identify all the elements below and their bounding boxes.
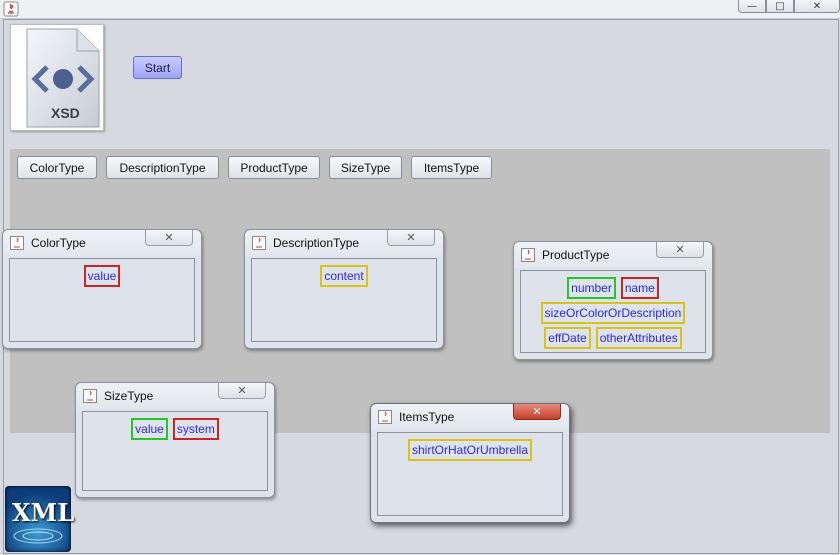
close-window-button[interactable]: ✕ <box>794 0 840 13</box>
close-icon[interactable]: ✕ <box>513 404 561 420</box>
frame-title: ItemsType <box>399 410 455 424</box>
frame-body: content <box>251 258 437 342</box>
descriptiontype-frame[interactable]: DescriptionType ✕ content <box>244 229 444 349</box>
frame-body: shirtOrHatOrUmbrella <box>377 432 563 516</box>
producttype-frame[interactable]: ProductType ✕ number name sizeOrColorOrD… <box>513 241 713 360</box>
colortype-frame[interactable]: ColorType ✕ value <box>2 229 202 349</box>
field-content[interactable]: content <box>320 265 368 287</box>
xml-logo: XML <box>5 486 75 552</box>
java-icon <box>10 236 24 250</box>
frame-title: ColorType <box>31 236 86 250</box>
sizetype-frame[interactable]: SizeType ✕ value system <box>75 382 275 498</box>
frame-title: SizeType <box>104 389 154 403</box>
itemstype-button[interactable]: ItemsType <box>411 156 492 179</box>
close-icon[interactable]: ✕ <box>656 242 704 258</box>
field-name[interactable]: name <box>620 277 659 299</box>
frame-titlebar[interactable]: ItemsType ✕ <box>371 404 569 430</box>
xsd-logo-text: XSD <box>51 105 80 121</box>
field-shirt-or-hat-or-umbrella[interactable]: shirtOrHatOrUmbrella <box>407 439 532 461</box>
minimize-button[interactable]: — <box>738 0 766 13</box>
field-system[interactable]: system <box>172 418 219 440</box>
xsd-logo: XSD <box>10 24 104 131</box>
field-other-attributes[interactable]: otherAttributes <box>595 327 682 349</box>
java-icon <box>378 410 392 424</box>
java-icon <box>521 248 535 262</box>
close-icon[interactable]: ✕ <box>218 383 266 399</box>
frame-body: value system <box>82 411 268 491</box>
descriptiontype-button[interactable]: DescriptionType <box>106 156 219 179</box>
frame-title: DescriptionType <box>273 236 360 250</box>
start-button[interactable]: Start <box>133 56 182 79</box>
maximize-button[interactable]: □ <box>766 0 794 13</box>
frame-body: value <box>9 258 195 342</box>
close-icon[interactable]: ✕ <box>387 230 435 246</box>
frame-body: number name sizeOrColorOrDescription eff… <box>520 270 706 353</box>
window-controls: — □ ✕ <box>738 0 840 14</box>
close-icon[interactable]: ✕ <box>145 230 193 246</box>
java-icon <box>83 389 97 403</box>
frame-titlebar[interactable]: ColorType ✕ <box>3 230 201 256</box>
itemstype-frame[interactable]: ItemsType ✕ shirtOrHatOrUmbrella <box>370 403 570 523</box>
field-value[interactable]: value <box>83 265 121 287</box>
producttype-button[interactable]: ProductType <box>228 156 320 179</box>
frame-titlebar[interactable]: DescriptionType ✕ <box>245 230 443 256</box>
frame-title: ProductType <box>542 248 610 262</box>
frame-titlebar[interactable]: ProductType ✕ <box>514 242 712 268</box>
java-icon <box>252 236 266 250</box>
sizetype-button[interactable]: SizeType <box>329 156 402 179</box>
window-titlebar[interactable]: — □ ✕ <box>0 0 840 19</box>
java-app-icon <box>3 1 19 17</box>
field-value[interactable]: value <box>131 418 168 440</box>
xml-logo-text: XML <box>12 498 75 527</box>
field-eff-date[interactable]: effDate <box>544 327 591 349</box>
field-size-or-color-or-description[interactable]: sizeOrColorOrDescription <box>540 302 686 324</box>
frame-titlebar[interactable]: SizeType ✕ <box>76 383 274 409</box>
colortype-button[interactable]: ColorType <box>17 156 97 179</box>
field-number[interactable]: number <box>567 277 616 299</box>
